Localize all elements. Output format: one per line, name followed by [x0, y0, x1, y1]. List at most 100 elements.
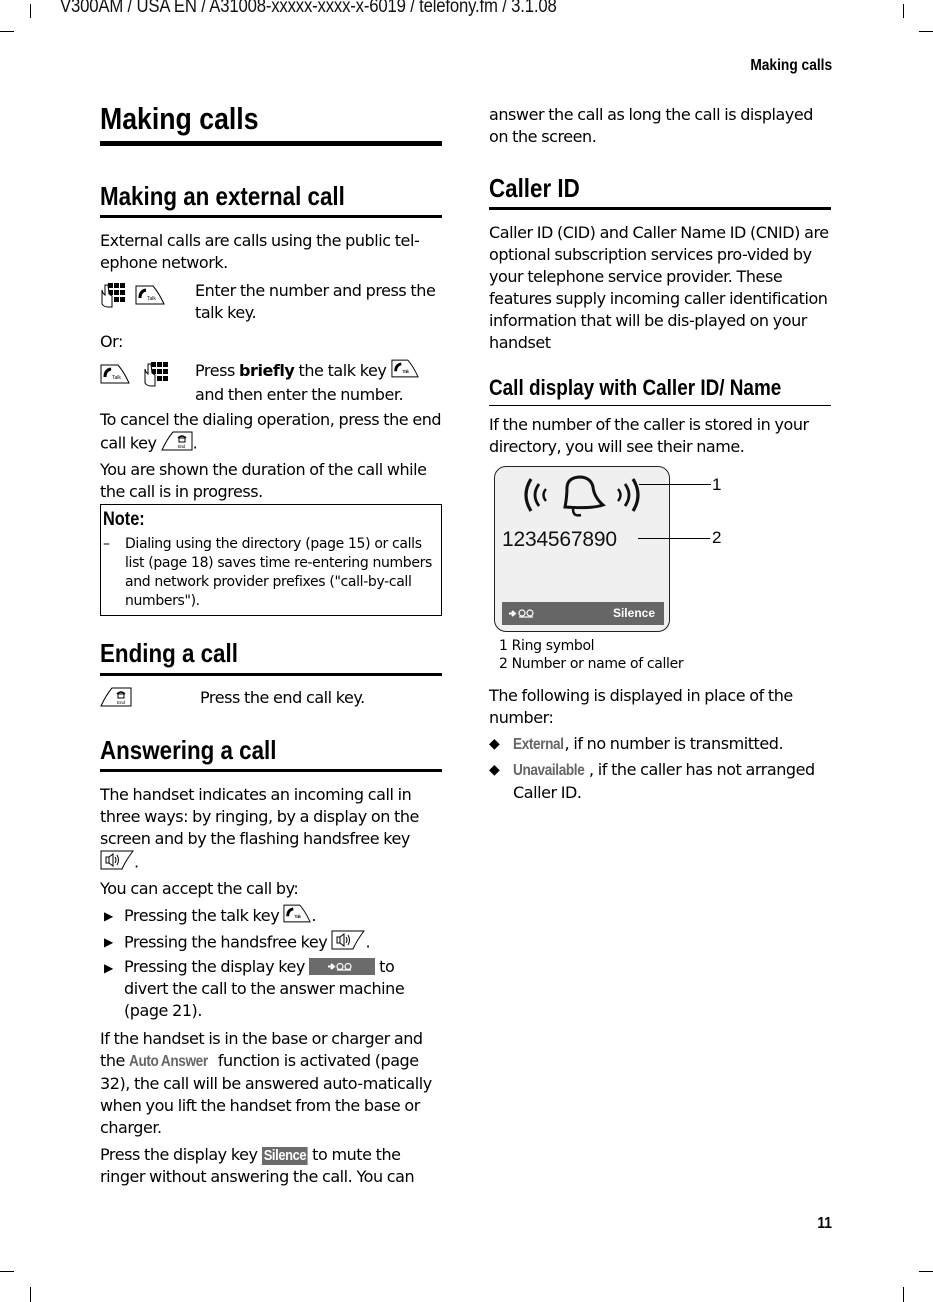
continuation-text: answer the call as long the call is disp… — [489, 105, 813, 146]
crop-mark — [30, 1287, 31, 1302]
text-run: the talk key — [294, 361, 387, 380]
text-run: . — [311, 906, 316, 925]
legend-text: Ring symbol — [511, 638, 595, 654]
callout-number: 2 — [712, 528, 722, 547]
text-run: . — [365, 932, 371, 952]
talk-key-icon: Talk — [390, 359, 419, 384]
svg-text:Talk: Talk — [402, 369, 410, 374]
text-run: Press the display key — [100, 1145, 262, 1164]
note-dash: – — [103, 536, 110, 552]
step-end-call-text: Press the end call key. — [200, 688, 365, 707]
page-title: Making calls — [100, 101, 259, 136]
call-display-intro: If the number of the caller is stored in… — [489, 415, 809, 456]
ui-term-external: External — [513, 736, 564, 753]
step-enter-number-text: Enter the number and press the talk key. — [195, 281, 436, 322]
crop-mark — [903, 1287, 904, 1302]
legend-item: 2 Number or name of caller — [499, 655, 841, 674]
caller-id-intro: Caller ID (CID) and Caller Name ID (CNID… — [489, 223, 829, 352]
handsfree-key-icon — [331, 930, 366, 956]
section-heading-answering-call: Answering a call — [100, 735, 277, 765]
softkey-bar: Silence — [502, 602, 664, 625]
svg-text:End: End — [117, 700, 126, 705]
text-run: Pressing the talk key — [124, 906, 280, 925]
crop-mark — [903, 4, 904, 18]
step-end-call: End Press the end call key. — [100, 687, 442, 711]
callout-line — [639, 484, 711, 485]
svg-text:End: End — [178, 444, 186, 449]
following-text: The following is displayed in place of t… — [489, 686, 793, 727]
end-call-key-icon: End — [100, 687, 132, 711]
talk-key-icon: Talk — [283, 904, 312, 929]
section-heading-ending-call: Ending a call — [100, 638, 238, 668]
section-heading-caller-id: Caller ID — [489, 173, 580, 203]
triangle-bullet-icon: ▶ — [104, 935, 113, 949]
emphasis-briefly: briefly — [239, 361, 295, 380]
keypad-icon — [143, 361, 169, 391]
note-title: Note: — [103, 509, 145, 530]
text-run: Press — [195, 361, 239, 380]
or-label: Or: — [100, 332, 123, 351]
duration-text: You are shown the duration of the call w… — [100, 460, 427, 501]
talk-key-icon: Talk — [135, 285, 165, 309]
note-text: Dialing using the directory (page 15) or… — [125, 536, 432, 609]
caller-number: 1234567890 — [502, 528, 617, 551]
svg-text:Talk: Talk — [112, 375, 121, 381]
legend-number: 2 — [499, 656, 508, 672]
text-run: Pressing the handsfree key — [124, 932, 328, 952]
page-number: 11 — [817, 1215, 832, 1232]
answering-intro: The handset indicates an incoming call i… — [100, 784, 442, 876]
running-head: Making calls — [750, 57, 832, 74]
step-press-talk-briefly-text: Press briefly the talk key Talk and then… — [195, 359, 445, 406]
text-run: and then enter the number. — [195, 385, 404, 404]
legend-number: 1 — [499, 638, 508, 654]
title-rule — [100, 141, 442, 146]
external-intro: External calls are calls using the publi… — [100, 231, 420, 272]
crop-mark — [30, 4, 31, 18]
crop-mark — [0, 1271, 14, 1272]
silence-softkey[interactable]: Silence — [613, 606, 655, 620]
text-run: To cancel the dialing operation, press t… — [100, 410, 442, 453]
text-run: . — [134, 852, 139, 872]
ui-term-unavailable: Unavailable — [513, 762, 585, 779]
svg-text:Talk: Talk — [295, 914, 303, 919]
subsection-rule — [489, 405, 831, 406]
section-rule — [100, 215, 442, 218]
section-rule — [100, 673, 442, 676]
ring-symbol-icon — [524, 475, 640, 517]
divert-to-answering-machine-icon — [328, 962, 352, 971]
silence-display-key: Silence — [261, 1147, 308, 1165]
step-enter-number: Talk Enter the number and press the talk… — [100, 280, 442, 326]
cancel-dialing-text: To cancel the dialing operation, press t… — [100, 409, 442, 457]
accept-label: You can accept the call by: — [100, 879, 299, 898]
divert-display-key — [309, 958, 376, 975]
legend-item: 1 Ring symbol — [499, 637, 841, 656]
triangle-bullet-icon: ▶ — [104, 909, 113, 923]
text-run: , if no number is transmitted. — [564, 734, 784, 753]
text-run: The handset indicates an incoming call i… — [100, 785, 419, 848]
end-call-key-icon: End — [160, 431, 193, 457]
subsection-heading-call-display: Call display with Caller ID/ Name — [489, 375, 782, 400]
section-heading-external-call: Making an external call — [100, 181, 345, 211]
callout-line — [638, 538, 710, 539]
divert-to-answering-machine-icon — [509, 609, 534, 618]
legend-text: Number or name of caller — [511, 656, 684, 672]
step-press-talk-briefly: Talk Press briefly the talk key Talk and… — [100, 359, 442, 405]
auto-answer-text: If the handset is in the base or charger… — [100, 1028, 442, 1139]
triangle-bullet-icon: ▶ — [104, 961, 113, 975]
handset-display: 1234567890 Silence — [494, 466, 670, 632]
section-rule — [489, 207, 831, 210]
note-box: Note: – Dialing using the directory (pag… — [100, 504, 442, 616]
callout-number: 1 — [712, 475, 722, 494]
text-run: . — [192, 433, 198, 453]
crop-mark — [0, 31, 14, 32]
document-meta-header: V300AM / USA EN / A31008-xxxxx-xxxx-x-60… — [60, 0, 557, 17]
crop-mark — [919, 1271, 933, 1272]
keypad-icon — [100, 282, 126, 312]
talk-key-icon: Talk — [100, 364, 130, 388]
diamond-bullet-icon: ◆ — [489, 736, 500, 752]
silence-text: Press the display key Silence to mute th… — [100, 1144, 442, 1188]
svg-text:Talk: Talk — [147, 296, 156, 302]
handsfree-key-icon — [100, 850, 135, 876]
ui-term-auto-answer: Auto Answer — [129, 1053, 208, 1070]
text-run: Pressing the display key — [124, 957, 305, 976]
